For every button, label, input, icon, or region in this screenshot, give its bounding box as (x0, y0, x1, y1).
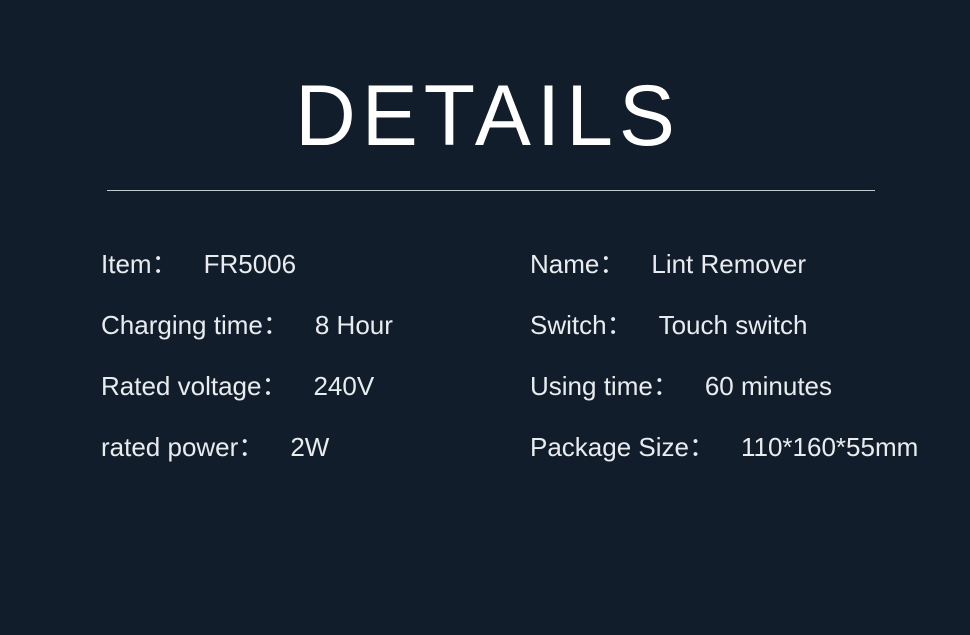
spec-value: 110*160*55mm (740, 432, 919, 462)
spec-value: FR5006 (203, 249, 297, 279)
spec-label: Rated voltage： (101, 371, 288, 401)
page-title: DETAILS (295, 66, 681, 164)
spec-label: rated power： (101, 432, 265, 462)
spec-label: Using time： (530, 371, 679, 401)
spec-row: Switch： Touch switch (530, 305, 918, 366)
spec-grid: Item： FR5006 Charging time： 8 Hour Rated v… (0, 244, 970, 494)
spec-value: Touch switch (658, 310, 808, 340)
title-divider (107, 190, 875, 191)
spec-value: Lint Remover (651, 249, 806, 279)
spec-row: Charging time： 8 Hour (101, 305, 393, 366)
spec-column-left: Item： FR5006 Charging time： 8 Hour Rated v… (101, 244, 393, 488)
title-block: DETAILS (0, 66, 970, 164)
spec-value: 240V (313, 371, 375, 401)
spec-row: Rated voltage： 240V (101, 366, 393, 427)
spec-label: Package Size： (530, 432, 715, 462)
spec-row: rated power： 2W (101, 427, 393, 488)
spec-value: 8 Hour (314, 310, 393, 340)
product-details-panel: DETAILS Item： FR5006 Charging time： 8 Hour… (0, 0, 970, 635)
spec-row: Package Size： 110*160*55mm (530, 427, 918, 488)
spec-value: 2W (290, 432, 330, 462)
spec-label: Switch： (530, 310, 633, 340)
spec-label: Item： (101, 249, 178, 279)
spec-label: Name： (530, 249, 626, 279)
spec-column-right: Name： Lint Remover Switch： Touch switch Us… (530, 244, 918, 488)
spec-row: Name： Lint Remover (530, 244, 918, 305)
spec-value: 60 minutes (704, 371, 833, 401)
spec-row: Using time： 60 minutes (530, 366, 918, 427)
spec-label: Charging time： (101, 310, 289, 340)
spec-row: Item： FR5006 (101, 244, 393, 305)
